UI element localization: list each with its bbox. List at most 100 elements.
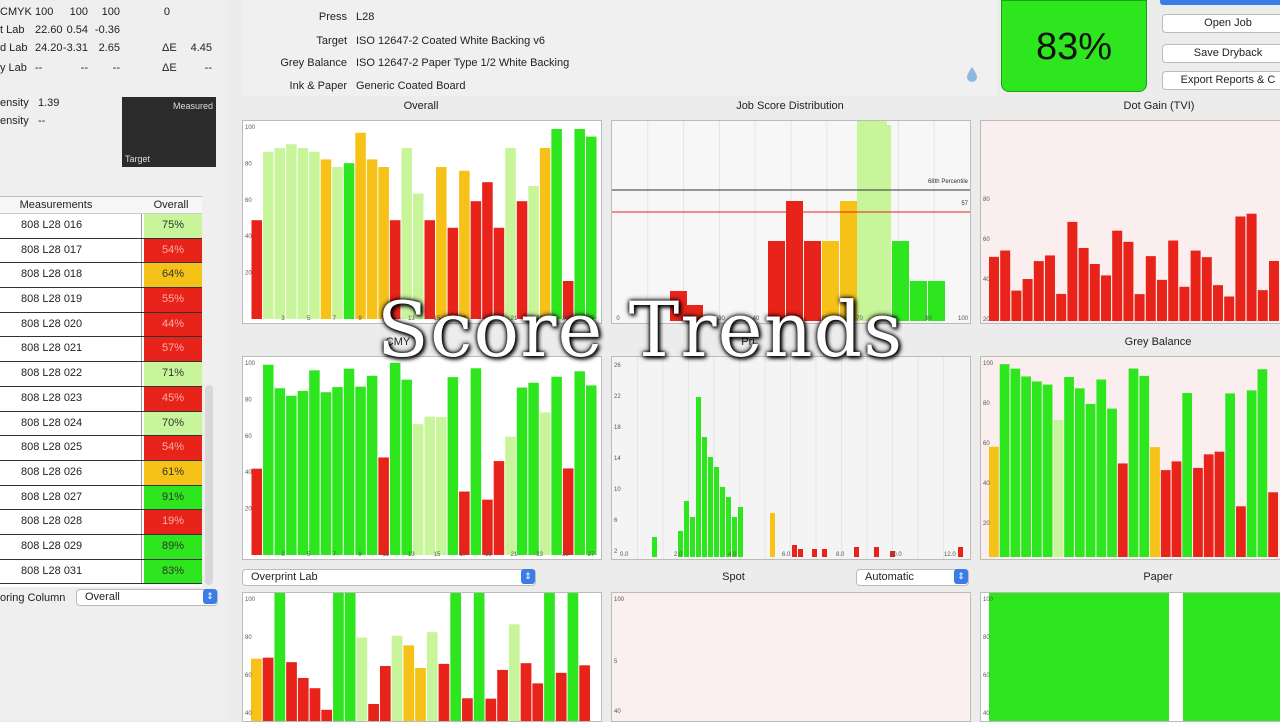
grey-balance-value: ISO 12647-2 Paper Type 1/2 White Backing <box>356 57 570 69</box>
chart-bar <box>958 547 963 557</box>
y-tick-label: 40 <box>983 481 990 487</box>
select-arrow-icon: ⇕ <box>203 589 217 604</box>
chart-bar <box>297 390 309 555</box>
measurements-header[interactable]: Measurements <box>0 197 112 213</box>
save-dryback-button[interactable]: Save Dryback <box>1162 44 1280 63</box>
table-row[interactable]: 808 L28 031 83% <box>0 559 202 585</box>
readout-row: y Lab -- -- -- ΔE -- <box>0 62 212 74</box>
chart-bar <box>684 501 689 557</box>
chart-bar <box>1128 368 1139 557</box>
chart-bar <box>812 549 817 557</box>
table-row[interactable]: 808 L28 023 45% <box>0 386 202 412</box>
primary-button-edge[interactable] <box>1160 0 1280 5</box>
chart-bar <box>309 370 320 555</box>
chart-bar <box>1139 375 1150 557</box>
y-tick-label: 80 <box>245 635 252 641</box>
table-row[interactable]: 808 L28 025 54% <box>0 436 202 461</box>
chart-bar <box>708 457 713 557</box>
x-tick-label: 10.0 <box>890 552 902 558</box>
x-tick-label: 4.0 <box>728 552 737 558</box>
readout-value: -- <box>112 62 120 74</box>
primary-chart: 262218141062 0.0 2.0 4.0 6.0 8.0 10.0 12.0 <box>611 356 971 560</box>
chart-bar <box>1246 390 1257 557</box>
x-tick-label: 19 <box>485 552 492 558</box>
chart-bar <box>412 424 424 555</box>
y-tick-label: 40 <box>245 711 252 717</box>
x-tick-label: 23 <box>536 552 543 558</box>
chart-bar <box>1031 381 1042 557</box>
chart-bar <box>447 377 459 555</box>
table-row[interactable]: 808 L28 026 61% <box>0 460 202 486</box>
chart-bar <box>391 635 403 721</box>
density-row-2: ensity -- <box>0 115 46 127</box>
x-tick-label: 27 <box>588 552 595 558</box>
chart-bar <box>1160 470 1171 557</box>
chart-bar <box>528 382 539 555</box>
readout-row: d Lab 24.20 -3.31 2.65 ΔE 4.45 <box>0 42 212 54</box>
measurement-name: 808 L28 018 <box>0 263 142 288</box>
chart-bar <box>874 547 879 557</box>
measurement-score: 83% <box>144 559 202 584</box>
ink-paper-key: Ink & Paper <box>289 80 347 92</box>
open-job-button[interactable]: Open Job <box>1162 14 1280 33</box>
x-tick-label: 17 <box>459 552 466 558</box>
automatic-select[interactable]: Automatic ⇕ <box>856 569 969 586</box>
chart-bar <box>251 468 263 555</box>
measurements-table[interactable]: Measurements Overall 808 L28 016 75% 808 L… <box>0 196 202 587</box>
table-row[interactable]: 808 L28 029 89% <box>0 534 202 560</box>
table-row[interactable]: 808 L28 024 70% <box>0 411 202 437</box>
chart-bar <box>792 545 797 557</box>
table-scrollbar[interactable] <box>205 385 213 585</box>
chart-bar <box>1257 369 1268 557</box>
chart-bar <box>520 663 532 721</box>
chart-bar <box>854 547 859 557</box>
chart-bar <box>333 593 344 721</box>
chart-bar <box>436 417 447 555</box>
measurement-name: 808 L28 017 <box>0 238 142 263</box>
y-tick-label: 22 <box>614 394 621 400</box>
chart-bar <box>1085 403 1096 557</box>
chart-bar <box>1042 384 1053 557</box>
chart-bar <box>1183 593 1280 721</box>
chart-bar <box>690 517 695 557</box>
readout-value: -0.36 <box>94 24 120 36</box>
measurement-score: 89% <box>144 534 202 559</box>
table-row[interactable]: 808 L28 028 19% <box>0 510 202 535</box>
distribution-chart-title: Job Score Distribution <box>736 100 844 112</box>
readout-label: d Lab <box>0 42 28 54</box>
chart-bar <box>579 665 590 721</box>
measurement-score: 54% <box>144 238 202 263</box>
readout-label: t Lab <box>0 24 25 36</box>
chart-bar <box>770 513 775 557</box>
spot-chart: 100540 <box>611 592 971 722</box>
x-tick-label: 0.0 <box>620 552 629 558</box>
measurement-name: 808 L28 025 <box>0 436 142 460</box>
chart-bar <box>343 368 355 555</box>
chart-bar <box>585 385 597 555</box>
overall-header[interactable]: Overall <box>142 197 200 213</box>
chart-bar <box>470 368 482 555</box>
chart-bar <box>999 364 1010 557</box>
chart-bar <box>262 657 274 721</box>
export-reports-button[interactable]: Export Reports & C <box>1162 71 1280 90</box>
table-row[interactable]: 808 L28 016 75% <box>0 214 202 239</box>
table-row[interactable]: 808 L28 027 91% <box>0 485 202 511</box>
sorting-column-select[interactable]: Overall ⇕ <box>76 589 218 606</box>
overprint-lab-select[interactable]: Overprint Lab ⇕ <box>242 569 536 586</box>
readout-value: 100 <box>101 6 120 18</box>
chart-bar <box>562 468 574 555</box>
chart-bar <box>726 497 731 557</box>
chart-bar <box>389 362 401 555</box>
chart-bar <box>473 593 485 721</box>
chart-bar <box>321 709 333 721</box>
table-row[interactable]: 808 L28 017 54% <box>0 238 202 264</box>
chart-bar <box>1214 451 1225 557</box>
chart-bar <box>251 658 262 721</box>
measurement-name: 808 L28 016 <box>0 214 142 238</box>
chart-bar <box>497 669 508 721</box>
y-tick-label: 80 <box>983 401 990 407</box>
overall-chart-title: Overall <box>403 100 439 112</box>
chart-bar <box>286 395 297 555</box>
ink-paper-value: Generic Coated Board <box>356 80 466 92</box>
y-tick-label: 60 <box>245 673 252 679</box>
